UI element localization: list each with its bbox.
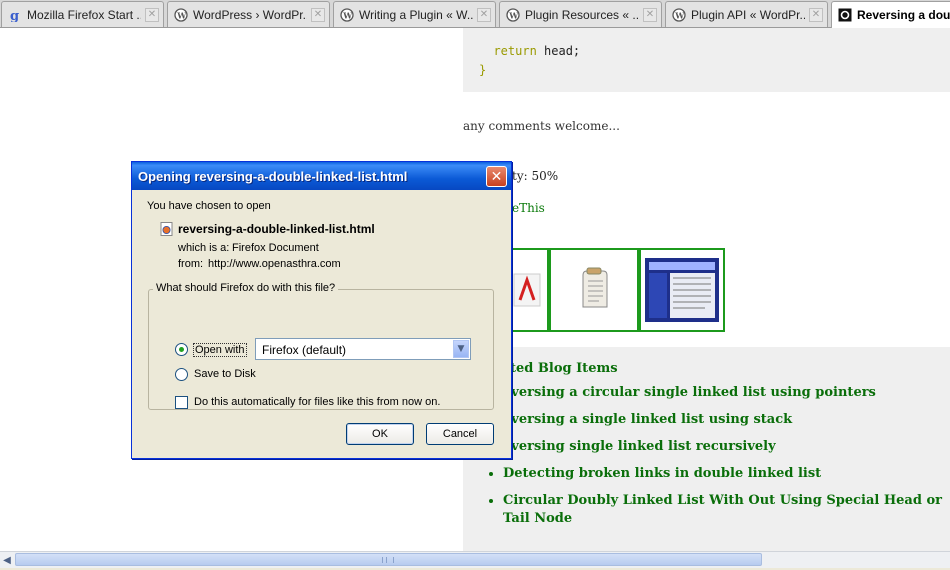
ok-button[interactable]: OK bbox=[346, 423, 414, 445]
related-item-link[interactable]: Detecting broken links in double linked … bbox=[503, 466, 821, 481]
wordpress-icon: W bbox=[672, 7, 686, 22]
related-items-section: ted Blog Items eversing a circular singl… bbox=[463, 347, 950, 551]
application-select[interactable]: Firefox (default) ▼ bbox=[255, 338, 471, 360]
tab-label: Plugin API « WordPr... bbox=[691, 7, 805, 22]
tab-mozilla-start[interactable]: g Mozilla Firefox Start ... ✕ bbox=[1, 1, 164, 27]
related-item[interactable]: eversing single linked list recursively bbox=[503, 438, 943, 456]
svg-text:W: W bbox=[508, 10, 519, 20]
scroll-grip-icon bbox=[382, 557, 394, 563]
comment-text: any comments welcome... bbox=[463, 119, 620, 133]
code-brace: } bbox=[479, 63, 487, 77]
close-tab-icon[interactable]: ✕ bbox=[809, 7, 823, 22]
document-thumbnail-icon bbox=[582, 267, 608, 308]
google-g-icon: g bbox=[8, 8, 22, 24]
close-tab-icon[interactable]: ✕ bbox=[643, 7, 657, 22]
chosen-label: You have chosen to open bbox=[147, 200, 271, 212]
save-to-disk-label[interactable]: Save to Disk bbox=[194, 368, 256, 380]
dialog-titlebar[interactable]: Opening reversing-a-double-linked-list.h… bbox=[132, 162, 511, 190]
file-type-value: Firefox Document bbox=[232, 242, 319, 254]
wordpress-icon: W bbox=[340, 7, 354, 22]
open-with-label[interactable]: Open with bbox=[193, 343, 247, 357]
code-text: head; bbox=[536, 44, 581, 58]
close-tab-icon[interactable]: ✕ bbox=[145, 7, 159, 22]
file-name: reversing-a-double-linked-list.html bbox=[178, 222, 375, 236]
firefox-document-icon bbox=[160, 222, 174, 236]
close-icon: ✕ bbox=[490, 168, 503, 185]
file-type-label: which is a: bbox=[178, 242, 230, 254]
website-screenshot-thumbnail bbox=[645, 258, 719, 322]
related-list: eversing a circular single linked list u… bbox=[483, 384, 943, 537]
tab-writing-plugin[interactable]: W Writing a Plugin « W... ✕ bbox=[333, 1, 496, 27]
save-to-disk-radio[interactable] bbox=[175, 368, 188, 381]
related-item[interactable]: Circular Doubly Linked List With Out Usi… bbox=[503, 492, 943, 528]
related-item-link[interactable]: eversing a circular single linked list u… bbox=[503, 385, 876, 400]
application-select-value: Firefox (default) bbox=[262, 343, 347, 357]
close-tab-icon[interactable]: ✕ bbox=[311, 7, 325, 22]
opening-file-dialog: Opening reversing-a-double-linked-list.h… bbox=[131, 161, 512, 459]
wordpress-icon: W bbox=[506, 7, 520, 22]
related-heading: ted Blog Items bbox=[510, 361, 618, 376]
horizontal-scrollbar[interactable]: ◀ bbox=[0, 551, 950, 568]
site-icon bbox=[838, 8, 852, 22]
tab-label: Mozilla Firefox Start ... bbox=[27, 7, 141, 22]
tab-plugin-resources[interactable]: W Plugin Resources « ... ✕ bbox=[499, 1, 662, 27]
related-thumbnail[interactable] bbox=[639, 248, 725, 332]
sharethis-link[interactable]: eThis bbox=[512, 201, 545, 215]
auto-action-checkbox[interactable] bbox=[175, 396, 188, 409]
dialog-body: You have chosen to open reversing-a-doub… bbox=[132, 190, 511, 458]
svg-text:g: g bbox=[10, 9, 19, 22]
tab-plugin-api[interactable]: W Plugin API « WordPr... ✕ bbox=[665, 1, 828, 27]
svg-text:W: W bbox=[176, 10, 187, 20]
code-block: return head; } bbox=[463, 28, 950, 92]
related-item-link[interactable]: eversing single linked list recursively bbox=[503, 439, 776, 454]
scroll-left-arrow-icon[interactable]: ◀ bbox=[0, 552, 14, 568]
code-keyword: return bbox=[493, 44, 537, 58]
related-item[interactable]: eversing a single linked list using stac… bbox=[503, 411, 943, 429]
file-source-label: from: bbox=[178, 258, 204, 270]
tab-label: Plugin Resources « ... bbox=[525, 7, 639, 22]
related-item-link[interactable]: Circular Doubly Linked List With Out Usi… bbox=[503, 493, 942, 526]
tab-label: Reversing a dou bbox=[857, 8, 950, 22]
scrollbar-thumb[interactable] bbox=[15, 553, 762, 566]
tab-wordpress[interactable]: W WordPress › WordPr... ✕ bbox=[167, 1, 330, 27]
tab-reversing-active[interactable]: Reversing a dou bbox=[831, 1, 950, 28]
popularity-text: ty: 50% bbox=[512, 169, 559, 183]
tab-label: Writing a Plugin « W... bbox=[359, 7, 473, 22]
open-with-radio[interactable] bbox=[175, 343, 188, 356]
wordpress-icon: W bbox=[174, 7, 188, 22]
close-tab-icon[interactable]: ✕ bbox=[477, 7, 491, 22]
pdf-thumbnail-icon bbox=[513, 273, 541, 307]
auto-action-label[interactable]: Do this automatically for files like thi… bbox=[194, 396, 440, 408]
related-item-link[interactable]: eversing a single linked list using stac… bbox=[503, 412, 792, 427]
cancel-button[interactable]: Cancel bbox=[426, 423, 494, 445]
close-dialog-button[interactable]: ✕ bbox=[486, 166, 507, 187]
dialog-title: Opening reversing-a-double-linked-list.h… bbox=[138, 168, 408, 184]
action-group-label: What should Firefox do with this file? bbox=[153, 282, 339, 294]
related-thumbnail[interactable] bbox=[549, 248, 639, 332]
related-item[interactable]: Detecting broken links in double linked … bbox=[503, 465, 943, 483]
chevron-down-icon[interactable]: ▼ bbox=[453, 340, 469, 358]
svg-text:W: W bbox=[342, 10, 353, 20]
related-item[interactable]: eversing a circular single linked list u… bbox=[503, 384, 943, 402]
svg-text:W: W bbox=[674, 10, 685, 20]
file-source-value: http://www.openasthra.com bbox=[208, 258, 341, 270]
tab-label: WordPress › WordPr... bbox=[193, 7, 307, 22]
tab-strip: g Mozilla Firefox Start ... ✕ W WordPres… bbox=[0, 0, 950, 28]
